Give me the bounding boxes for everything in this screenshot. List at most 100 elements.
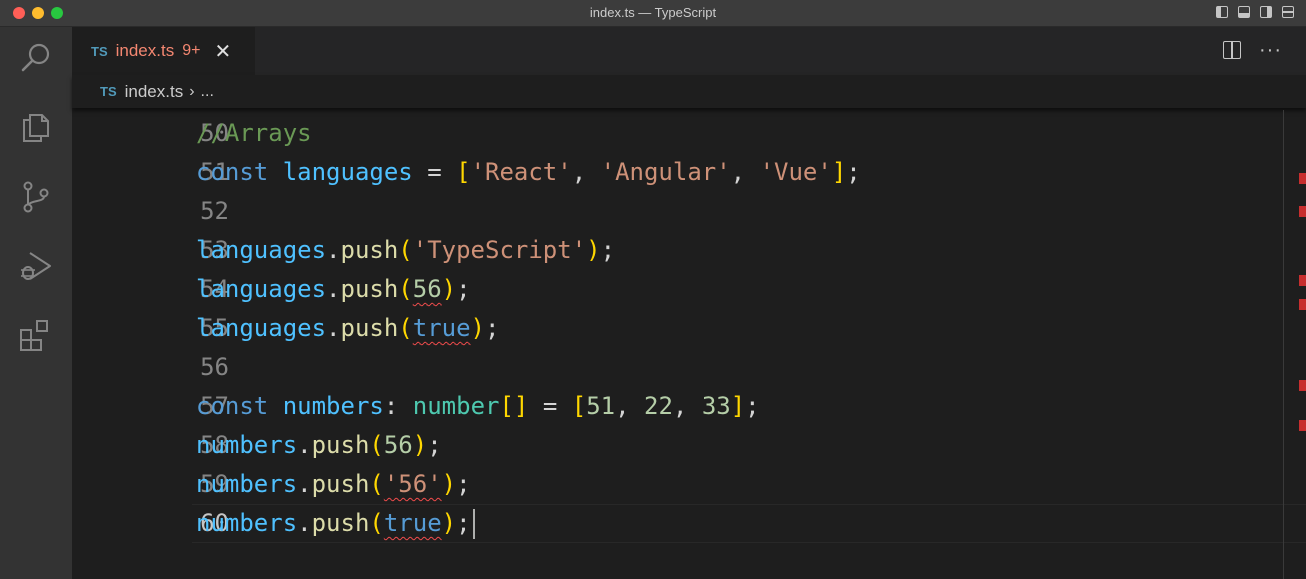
code-token: ) — [441, 509, 457, 537]
toggle-primary-sidebar-icon[interactable] — [1216, 6, 1228, 18]
line-number: 52 — [200, 197, 229, 225]
breadcrumb-file[interactable]: index.ts — [125, 82, 184, 102]
code-token: ) — [586, 236, 601, 264]
breadcrumb-symbols[interactable]: ... — [201, 83, 214, 101]
code-token: number — [412, 392, 500, 420]
code-line[interactable]: 50//Arrays — [72, 114, 1306, 153]
code-editor[interactable]: 50//Arrays 51 const languages = ['React', … — [72, 110, 1306, 579]
code-token: [] — [499, 392, 529, 420]
run-debug-icon[interactable] — [18, 248, 54, 284]
problems-count-badge: 9+ — [182, 42, 201, 59]
error-marker[interactable] — [1299, 420, 1306, 431]
code-line[interactable]: 54 languages.push(56); — [72, 270, 1306, 309]
extensions-icon[interactable] — [18, 317, 54, 353]
code-token: push — [340, 236, 399, 264]
code-token: numbers — [196, 470, 298, 498]
code-token: ( — [398, 275, 413, 303]
code-token: numbers — [196, 431, 298, 459]
error-marker[interactable] — [1299, 299, 1306, 310]
code-token: ( — [369, 509, 384, 537]
code-token: 'React' — [470, 158, 572, 186]
code-token: ( — [398, 236, 413, 264]
code-token: . — [297, 431, 312, 459]
toggle-secondary-sidebar-icon[interactable] — [1260, 6, 1272, 18]
code-token: 'Vue' — [759, 158, 832, 186]
code-line[interactable]: 60 numbers.push(true); — [72, 504, 1306, 543]
error-marker[interactable] — [1299, 206, 1306, 217]
code-token: . — [326, 314, 341, 342]
error-marker[interactable] — [1299, 380, 1306, 391]
line-code: const languages = ['React', 'Angular', '… — [196, 153, 861, 192]
close-tab-icon[interactable]: ✕ — [214, 39, 231, 64]
explorer-icon[interactable] — [18, 109, 54, 145]
code-token: [ — [571, 392, 587, 420]
search-icon[interactable] — [18, 40, 54, 76]
code-token: ) — [412, 431, 428, 459]
code-token: languages — [196, 236, 327, 264]
chevron-right-icon: › — [189, 82, 195, 100]
code-token: ; — [456, 275, 471, 303]
code-line[interactable]: 58 numbers.push(56); — [72, 426, 1306, 465]
code-token: push — [340, 314, 399, 342]
code-token: ; — [485, 314, 500, 342]
code-token: , — [672, 392, 702, 420]
code-token: ( — [369, 470, 384, 498]
line-code: //Arrays — [196, 114, 312, 153]
split-editor-icon[interactable] — [1223, 41, 1242, 59]
overview-ruler[interactable] — [1283, 110, 1284, 579]
code-token: const — [196, 158, 269, 186]
window-title: index.ts — TypeScript — [589, 5, 717, 20]
code-token: numbers — [196, 509, 298, 537]
code-token: = — [528, 392, 572, 420]
code-token: 56 — [383, 431, 413, 459]
typescript-file-icon: TS — [100, 84, 117, 99]
code-line[interactable]: 53 languages.push('TypeScript'); — [72, 231, 1306, 270]
layout-controls — [1216, 6, 1294, 18]
more-actions-icon[interactable]: ··· — [1259, 40, 1282, 60]
title-bar: index.ts — TypeScript — [0, 0, 1306, 27]
code-token: 22 — [644, 392, 673, 420]
error-token: 56 — [412, 275, 442, 303]
line-code: languages.push('TypeScript'); — [196, 231, 615, 270]
code-line[interactable]: 51 const languages = ['React', 'Angular',… — [72, 153, 1306, 192]
code-token: ; — [846, 158, 861, 186]
code-token: ] — [831, 158, 847, 186]
text-cursor — [472, 509, 475, 539]
code-line[interactable]: 55 languages.push(true); — [72, 309, 1306, 348]
error-marker[interactable] — [1299, 173, 1306, 184]
code-token: push — [311, 509, 370, 537]
editor-actions: ··· — [1223, 40, 1282, 60]
line-code: numbers.push('56'); — [196, 465, 471, 504]
breadcrumb: TS index.ts › ... — [72, 75, 1306, 108]
line-code: numbers.push(56); — [196, 426, 442, 465]
code-token: ) — [470, 314, 485, 342]
error-marker[interactable] — [1299, 275, 1306, 286]
code-line[interactable]: 56 — [72, 348, 1306, 387]
source-control-icon[interactable] — [18, 179, 54, 215]
error-token: true — [412, 314, 471, 342]
code-line[interactable]: 57 const numbers: number[] = [51, 22, 33]… — [72, 387, 1306, 426]
code-token: , — [730, 158, 760, 186]
tab-filename: index.ts — [115, 41, 175, 60]
code-token: 51 — [586, 392, 616, 420]
code-token: numbers — [282, 392, 384, 420]
code-token: 'Angular' — [600, 158, 731, 186]
code-line[interactable]: 59 numbers.push('56'); — [72, 465, 1306, 504]
customize-layout-icon[interactable] — [1282, 6, 1294, 18]
toggle-panel-icon[interactable] — [1238, 6, 1250, 18]
code-token: push — [340, 275, 399, 303]
code-token: push — [311, 431, 370, 459]
code-token: ) — [441, 275, 457, 303]
activity-bar — [0, 27, 72, 579]
code-token: push — [311, 470, 370, 498]
code-line[interactable]: 52 — [72, 192, 1306, 231]
code-token: [ — [456, 158, 471, 186]
tab-index-ts[interactable]: TS index.ts 9+ ✕ — [72, 27, 255, 75]
error-token: '56' — [383, 470, 442, 498]
code-token: ) — [441, 470, 457, 498]
code-token: . — [297, 470, 312, 498]
line-code: numbers.push(true); — [196, 504, 475, 543]
code-token: ; — [456, 470, 471, 498]
